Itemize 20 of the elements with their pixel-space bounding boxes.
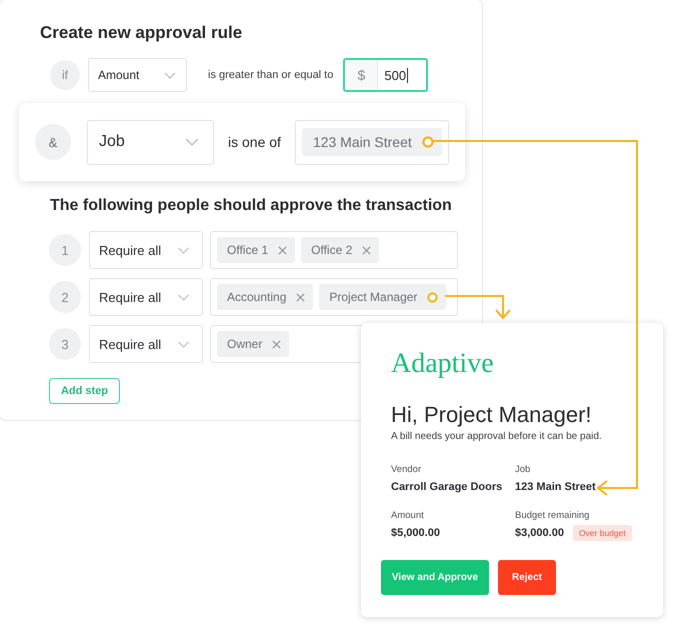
- field-value: 123 Main Street: [515, 480, 596, 495]
- operator-badge: if: [50, 60, 80, 90]
- message-text: A bill needs your approval before it can be paid.: [391, 431, 603, 442]
- field-value: $5,000.00: [391, 526, 440, 541]
- greeting: Hi, Project Manager!: [391, 402, 593, 428]
- step-number: 3: [49, 328, 81, 360]
- step-number: 1: [49, 234, 81, 266]
- comparison-label: is greater than or equal to: [208, 69, 334, 81]
- field-label: Job: [515, 463, 532, 476]
- field-label: Budget remaining: [515, 509, 590, 522]
- field-label: Vendor: [391, 463, 422, 476]
- status-badge: Over budget: [572, 525, 632, 541]
- section-heading: The following people should approve the transaction: [50, 196, 453, 216]
- card-title: Create new approval rule: [40, 22, 244, 44]
- operator-badge: &: [35, 124, 71, 160]
- field-value: Carroll Garage Doors: [391, 480, 502, 495]
- comparison-label: is one of: [228, 134, 281, 150]
- field-value: $3,000.00: [515, 526, 564, 541]
- field-label: Amount: [391, 509, 425, 522]
- step-number: 2: [49, 281, 81, 313]
